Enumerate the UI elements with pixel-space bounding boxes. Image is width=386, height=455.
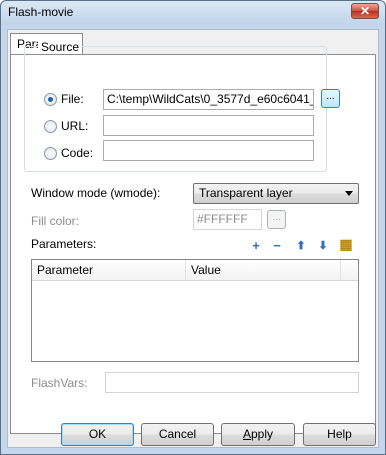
minus-icon[interactable]: − — [270, 239, 284, 253]
apply-accelerator: A — [242, 427, 251, 441]
url-radio[interactable] — [44, 120, 57, 133]
file-browse-button[interactable]: ... — [321, 89, 340, 108]
fill-color-label: Fill color: — [31, 214, 80, 228]
flashvars-input[interactable] — [105, 372, 359, 393]
parameters-grid[interactable]: Parameter Value — [31, 259, 359, 362]
window-title: Flash-movie — [8, 5, 74, 19]
code-radio[interactable] — [44, 147, 57, 160]
edit-table-icon[interactable]: ▦ — [339, 237, 353, 251]
cancel-button[interactable]: Cancel — [141, 423, 214, 446]
parameters-label: Parameters: — [31, 237, 97, 251]
wmode-select[interactable]: Transparent layer — [193, 183, 359, 204]
apply-label-rest: pply — [251, 427, 274, 441]
arrow-up-icon[interactable]: ⬆ — [294, 239, 308, 253]
fill-color-input[interactable]: #FFFFFF — [193, 209, 262, 230]
fill-color-browse-button[interactable]: ... — [267, 210, 286, 229]
url-radio-label[interactable]: URL: — [61, 119, 88, 133]
dialog-window: Flash-movie ✕ Parameters Source File: C:… — [0, 0, 386, 455]
code-radio-label[interactable]: Code: — [61, 146, 93, 160]
apply-button[interactable]: Apply — [221, 423, 295, 446]
column-header-value[interactable]: Value — [186, 260, 341, 280]
chevron-down-icon — [345, 191, 353, 196]
arrow-down-icon[interactable]: ⬇ — [316, 239, 330, 253]
close-button[interactable]: ✕ — [351, 3, 379, 19]
file-radio-label[interactable]: File: — [61, 92, 84, 106]
file-radio[interactable] — [44, 93, 57, 106]
wmode-label: Window mode (wmode): — [31, 186, 161, 200]
grid-header: Parameter Value — [32, 260, 358, 281]
title-bar: Flash-movie ✕ — [1, 1, 385, 25]
url-input[interactable] — [103, 115, 314, 136]
wmode-selected-value: Transparent layer — [199, 186, 293, 200]
column-header-parameter[interactable]: Parameter — [32, 260, 186, 280]
file-path-input[interactable]: C:\temp\WildCats\0_3577d_e60c6041_-2- — [103, 89, 314, 110]
source-group-label: Source — [38, 40, 83, 54]
ok-button[interactable]: OK — [61, 423, 134, 446]
help-button[interactable]: Help — [303, 423, 376, 446]
flashvars-label: FlashVars: — [31, 376, 88, 390]
code-input[interactable] — [103, 140, 314, 161]
plus-icon[interactable]: + — [249, 239, 263, 253]
